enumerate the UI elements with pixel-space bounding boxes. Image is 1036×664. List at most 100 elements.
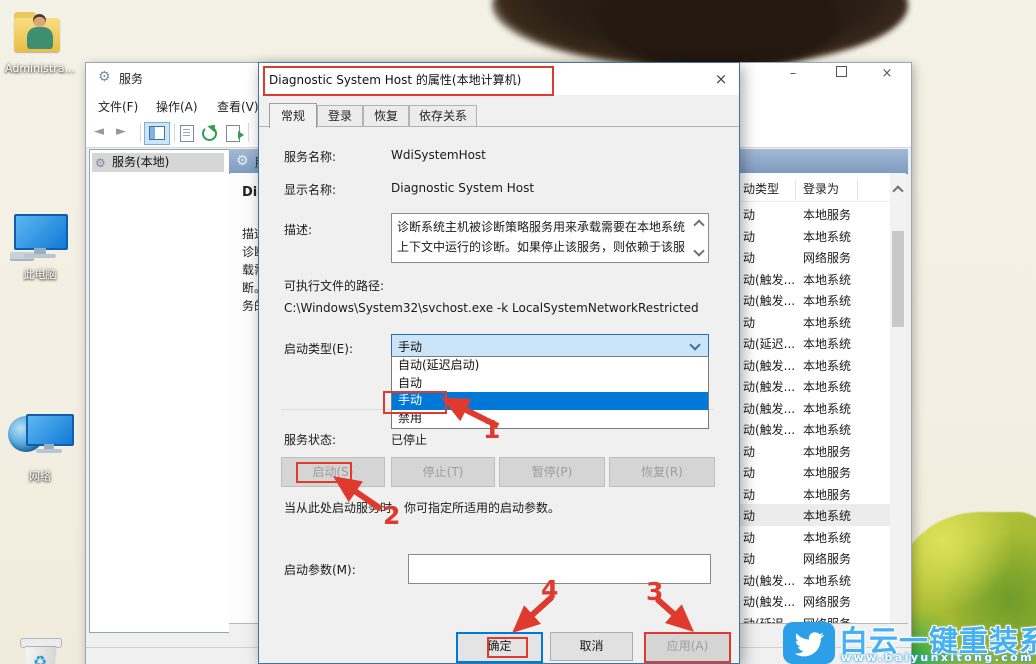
table-row[interactable]: 动(触发... 网络服务 [739, 590, 890, 612]
desktop-icon-internet-explorer[interactable]: e Internet Explorer [0, 410, 80, 520]
table-row[interactable]: 动(延迟... 本地系统 [739, 332, 890, 354]
pause-button[interactable]: 暂停(P) [499, 457, 605, 487]
display-name-label: 显示名称: [284, 183, 337, 197]
scrollbar-thumb[interactable] [892, 231, 904, 327]
description-field[interactable]: 诊断系统主机被诊断策略服务用来承载需要在本地系统 上下文中运行的诊断。如果停止该… [391, 213, 709, 263]
startup-type-combobox[interactable]: 手动 [391, 334, 709, 358]
refresh-icon[interactable] [202, 121, 219, 141]
column-logon-as[interactable]: 登录为 [803, 180, 839, 197]
desktop-icon-this-pc[interactable]: 此电脑 [0, 100, 80, 281]
watermark: 白云一键重装系统 www.baiyunxitong.com [783, 618, 1036, 664]
user-icon [33, 14, 46, 27]
annotation-step-4: 4 [541, 575, 559, 604]
table-row[interactable]: 动 本地系统 [739, 504, 890, 526]
chevron-up-icon [892, 185, 904, 197]
combobox-value: 手动 [398, 340, 423, 354]
stop-button[interactable]: 停止(T) [391, 457, 495, 487]
table-row[interactable]: 动(触发... 本地系统 [739, 418, 890, 440]
cell-logon-as: 本地系统 [803, 509, 852, 523]
recycle-arrows-icon: ♻ [32, 652, 48, 664]
list-column-headers: 动类型 登录为 [739, 173, 890, 202]
maximize-button[interactable] [824, 63, 858, 85]
cell-startup-type: 动(触发... [743, 380, 796, 394]
tab-recovery[interactable]: 恢复 [363, 105, 409, 127]
properties-icon[interactable] [180, 125, 194, 142]
cell-logon-as: 本地系统 [803, 272, 852, 287]
cell-logon-as: 网络服务 [803, 552, 852, 566]
service-name-label: 服务名称: [284, 150, 337, 164]
services-list: 动类型 登录为 动本地服务动本地系统动网络服务 动(触发... 本地系统 动(触发..… [739, 173, 906, 664]
resume-button[interactable]: 恢复(R) [609, 457, 715, 487]
cell-logon-as: 本地系统 [803, 294, 852, 308]
table-row[interactable]: 动(触发... 本地系统 [739, 354, 890, 376]
maximize-icon [835, 66, 847, 77]
start-params-input[interactable] [408, 554, 711, 584]
console-tree-pane: ⚙ 服务(本地) [89, 149, 231, 633]
tab-general[interactable]: 常规 [269, 103, 317, 128]
tree-item-services-local[interactable]: ⚙ 服务(本地) [92, 153, 224, 172]
console-window-icon [149, 126, 165, 140]
annotation-step-1: 1 [483, 415, 501, 444]
cell-startup-type: 动(延迟... [743, 337, 796, 351]
cell-logon-as: 本地系统 [803, 380, 852, 394]
menu-action[interactable]: 操作(A) [156, 98, 198, 115]
annotation-box-ok [487, 637, 528, 658]
menu-view[interactable]: 查看(V) [217, 98, 259, 115]
desktop-icon-recycle-bin[interactable]: ♻ 回收站 [0, 312, 80, 664]
forward-icon[interactable]: ► [116, 124, 126, 139]
close-button[interactable]: × [870, 63, 904, 85]
option-auto-delayed[interactable]: 自动(延迟启动) [392, 357, 708, 375]
table-row[interactable]: 动 本地系统 [739, 225, 890, 247]
tree-item-label: 服务(本地) [112, 155, 170, 169]
desktop-icon-network[interactable]: 网络 [0, 200, 80, 483]
cell-logon-as: 本地服务 [803, 208, 852, 222]
cell-startup-type: 动(触发... [743, 358, 796, 373]
cell-logon-as: 本地系统 [803, 315, 852, 330]
table-row[interactable]: 动(触发... 本地系统 [739, 268, 890, 290]
tab-logon[interactable]: 登录 [317, 105, 363, 127]
cancel-button[interactable]: 取消 [550, 632, 633, 661]
service-status-label: 服务状态: [284, 433, 337, 447]
cell-logon-as: 网络服务 [803, 595, 852, 609]
cell-logon-as: 本地系统 [803, 423, 852, 437]
desktop-icon-administrator[interactable]: Administra... [0, 0, 80, 80]
show-console-tree-button[interactable] [144, 122, 170, 145]
table-row[interactable]: 动(触发... 本地系统 [739, 375, 890, 397]
dialog-close-button[interactable]: × [707, 67, 735, 91]
table-row[interactable]: 动(触发... 本地系统 [739, 397, 890, 419]
option-auto[interactable]: 自动 [392, 375, 708, 393]
chevron-down-icon[interactable] [693, 245, 705, 257]
table-row[interactable]: 动 本地系统 [739, 526, 890, 548]
icon-label: Administra... [5, 62, 75, 75]
cell-startup-type: 动 [743, 208, 756, 222]
annotation-box-title [263, 66, 554, 96]
cell-startup-type: 动 [743, 315, 756, 330]
table-row[interactable]: 动(触发... 本地系统 [739, 569, 890, 591]
tab-dependencies[interactable]: 依存关系 [409, 105, 477, 127]
export-list-icon[interactable] [226, 125, 244, 142]
cell-startup-type: 动 [743, 552, 756, 566]
table-row[interactable]: 动 本地系统 [739, 311, 890, 333]
minimize-button[interactable]: – [776, 63, 810, 85]
services-gear-icon: ⚙ [98, 69, 111, 85]
chevron-down-icon [689, 339, 701, 351]
cell-logon-as: 本地系统 [803, 358, 852, 373]
scroll-up-button[interactable] [890, 181, 906, 198]
table-row[interactable]: 动 本地服务 [739, 461, 890, 483]
cell-startup-type: 动(触发... [743, 272, 796, 287]
vertical-scrollbar[interactable] [890, 173, 906, 664]
back-icon[interactable]: ◄ [94, 124, 104, 139]
table-row[interactable]: 动 本地服务 [739, 483, 890, 505]
description-text: 诊断系统主机被诊断策略服务用来承载需要在本地系统 上下文中运行的诊断。如果停止该… [397, 220, 686, 254]
window-title: 服务 [119, 72, 144, 86]
column-startup-type[interactable]: 动类型 [743, 180, 779, 197]
table-row[interactable]: 动 网络服务 [739, 246, 890, 268]
table-row[interactable]: 动 网络服务 [739, 547, 890, 569]
cell-startup-type: 动(触发... [743, 401, 796, 416]
table-row[interactable]: 动 本地服务 [739, 440, 890, 462]
chevron-up-icon[interactable] [693, 219, 705, 231]
menu-file[interactable]: 文件(F) [98, 98, 138, 115]
apply-button[interactable]: 应用(A) [644, 632, 731, 663]
table-row[interactable]: 动(触发... 本地系统 [739, 289, 890, 311]
table-row[interactable]: 动 本地服务 [739, 203, 890, 225]
